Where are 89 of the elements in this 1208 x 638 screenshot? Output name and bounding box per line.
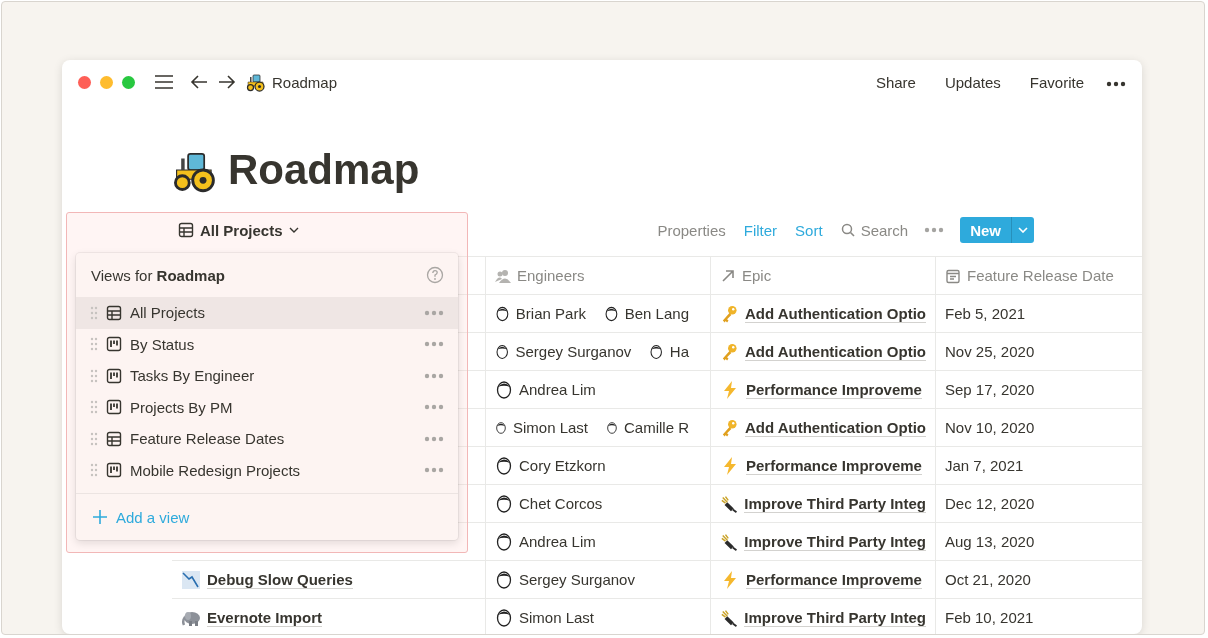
minimize-button[interactable] (100, 75, 113, 89)
drag-handle-icon (90, 305, 98, 320)
release-date: Feb 5, 2021 (945, 305, 1026, 322)
drag-handle-icon (90, 431, 98, 446)
header-link[interactable]: Favorite (1029, 73, 1084, 91)
epic-link[interactable]: Add Authentication Optio (744, 418, 926, 437)
toolbar-link[interactable]: Properties (657, 221, 726, 239)
view-item[interactable]: Projects By PM (76, 391, 458, 423)
epic-link[interactable]: Performance Improveme (746, 380, 922, 399)
release-date: Nov 10, 2020 (945, 419, 1035, 436)
engineer-name: Chet Corcos (519, 495, 603, 512)
engineer-name: Brian Park (515, 305, 586, 322)
release-date: Feb 10, 2021 (945, 609, 1034, 626)
avatar-icon (495, 607, 513, 628)
search-button[interactable]: Search (840, 221, 909, 239)
search-icon (840, 223, 855, 237)
forward-icon[interactable] (218, 74, 236, 90)
release-date: Dec 12, 2020 (945, 495, 1035, 512)
engineer-name: Andrea Lim (519, 533, 596, 550)
board-icon (106, 336, 122, 353)
project-name[interactable]: Evernote Import (207, 608, 323, 627)
caret-icon (1018, 227, 1028, 233)
epic-link[interactable]: Performance Improveme (746, 456, 922, 475)
table-icon (106, 304, 122, 321)
epic-link[interactable]: Improve Third Party Integ (744, 608, 926, 627)
avatar-icon (495, 531, 513, 552)
column-header[interactable]: Engineers (485, 257, 710, 294)
engineer-name: Andrea Lim (519, 381, 596, 398)
board-icon (106, 399, 122, 416)
board-icon (106, 462, 122, 479)
view-selector[interactable]: All Projects (172, 217, 305, 243)
release-date: Jan 7, 2021 (945, 457, 1024, 474)
header-link[interactable]: Share (875, 73, 916, 91)
avatar-icon (495, 455, 513, 476)
tractor-icon (246, 72, 266, 92)
avatar-icon (495, 569, 513, 590)
table-icon (106, 430, 122, 447)
view-item[interactable]: Feature Release Dates (76, 423, 458, 455)
more-icon[interactable] (1106, 81, 1126, 87)
key-icon (720, 341, 739, 362)
engineer-name: Sergey Surganov (519, 571, 635, 588)
project-name[interactable]: Debug Slow Queries (207, 570, 353, 589)
plus-icon (92, 509, 108, 525)
view-item[interactable]: Tasks By Engineer (76, 360, 458, 392)
caret-icon (288, 227, 299, 233)
key-icon (720, 417, 739, 438)
help-icon[interactable] (426, 266, 444, 284)
avatar-icon (495, 493, 513, 514)
epic-link[interactable]: Improve Third Party Integ (744, 532, 926, 551)
epic-link[interactable]: Performance Improveme (746, 570, 922, 589)
engineer-name: Ha (669, 343, 689, 360)
epic-link[interactable]: Improve Third Party Integ (744, 494, 926, 513)
menu-title: Views for Roadmap (91, 266, 225, 284)
view-item[interactable]: By Status (76, 328, 458, 360)
zoom-button[interactable] (122, 75, 135, 89)
avatar-icon (495, 379, 513, 400)
people-icon (495, 267, 511, 284)
view-item[interactable]: All Projects (76, 297, 458, 329)
view-item[interactable]: Mobile Redesign Projects (76, 454, 458, 486)
drag-handle-icon (90, 368, 98, 383)
release-date: Nov 25, 2020 (945, 343, 1035, 360)
release-date: Sep 17, 2020 (945, 381, 1035, 398)
back-icon[interactable] (190, 74, 208, 90)
header-link[interactable]: Updates (944, 73, 1001, 91)
drag-handle-icon (90, 337, 98, 352)
engineer-name: Cory Etzkorn (519, 457, 606, 474)
release-date: Oct 21, 2020 (945, 571, 1031, 588)
engineer-name: Simon Last (512, 419, 588, 436)
chart-icon (181, 569, 201, 590)
board-icon (106, 367, 122, 384)
page-breadcrumb[interactable]: Roadmap (272, 73, 338, 91)
engineer-name: Simon Last (519, 609, 595, 626)
key-icon (720, 303, 739, 324)
drag-handle-icon (90, 400, 98, 415)
epic-link[interactable]: Add Authentication Optio (744, 304, 926, 323)
page-title: Roadmap (228, 146, 420, 194)
engineer-name: Sergey Surganov (515, 343, 632, 360)
calendar-icon (945, 267, 961, 284)
engineer-name: Camille R (624, 419, 689, 436)
menu-icon[interactable] (154, 74, 174, 90)
release-date: Aug 13, 2020 (945, 533, 1035, 550)
column-header[interactable]: Feature Release Date (935, 257, 1142, 294)
arrow-icon (720, 267, 736, 284)
column-header[interactable]: Epic (710, 257, 935, 294)
drag-handle-icon (90, 463, 98, 478)
epic-link[interactable]: Add Authentication Optio (744, 342, 926, 361)
close-button[interactable] (78, 75, 91, 89)
engineer-name: Ben Lang (624, 305, 689, 322)
table-icon (178, 222, 194, 238)
